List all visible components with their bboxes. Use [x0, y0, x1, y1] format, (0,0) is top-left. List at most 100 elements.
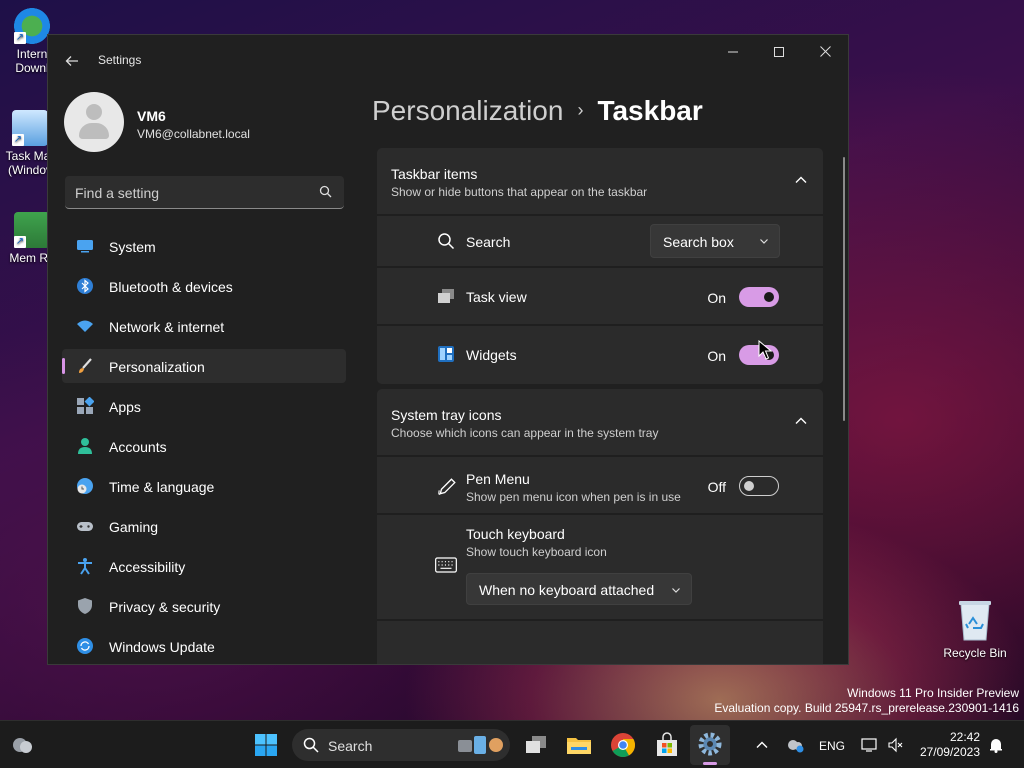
- sidebar-item-apps[interactable]: Apps: [62, 389, 346, 423]
- widgets-icon: [438, 346, 454, 362]
- watermark-line-2: Evaluation copy. Build 25947.rs_prerelea…: [714, 701, 1019, 715]
- widgets-label: Widgets: [466, 347, 517, 363]
- task-view-icon: [438, 289, 454, 303]
- sidebar-item-label: Accounts: [109, 439, 167, 455]
- toggle-knob: [764, 292, 774, 302]
- task-view-state: On: [707, 290, 726, 306]
- taskbar-search-box[interactable]: Search: [292, 729, 510, 761]
- input-language[interactable]: ENG: [819, 739, 845, 753]
- keyboard-icon: [435, 557, 457, 573]
- minimize-icon: [728, 51, 738, 53]
- avatar: [64, 92, 124, 152]
- touch-keyboard-sub: Show touch keyboard icon: [466, 545, 607, 559]
- sidebar-item-label: Bluetooth & devices: [109, 279, 233, 295]
- display-icon[interactable]: [861, 737, 879, 753]
- system-tray-icons-section: System tray icons Choose which icons can…: [377, 389, 823, 664]
- sidebar-item-privacy-security[interactable]: Privacy & security: [62, 589, 346, 623]
- clock[interactable]: 22:42 27/09/2023: [916, 730, 980, 760]
- sidebar-item-bluetooth[interactable]: Bluetooth & devices: [62, 269, 346, 303]
- recycle-bin-label: Recycle Bin: [943, 646, 1007, 660]
- section-title: Taskbar items: [391, 166, 478, 182]
- touch-keyboard-dropdown[interactable]: When no keyboard attached: [466, 573, 692, 605]
- task-view-icon[interactable]: [522, 731, 550, 759]
- task-manager-icon: ↗: [12, 110, 48, 146]
- app-title: Settings: [98, 53, 142, 67]
- weather-icon[interactable]: [8, 731, 36, 759]
- file-explorer-icon[interactable]: [565, 731, 593, 759]
- sidebar-item-accessibility[interactable]: Accessibility: [62, 549, 346, 583]
- chevron-up-icon[interactable]: [755, 738, 769, 752]
- desktop-icon-recycle-bin[interactable]: Recycle Bin: [940, 598, 1010, 660]
- chrome-icon[interactable]: [609, 731, 637, 759]
- gaming-icon: [77, 522, 93, 531]
- pen-menu-label: Pen Menu: [466, 471, 530, 487]
- sidebar-item-time-language[interactable]: Time & language: [62, 469, 346, 503]
- task-view-label: Task view: [466, 289, 527, 305]
- watermark-line-1: Windows 11 Pro Insider Preview: [847, 686, 1019, 700]
- internet-download-icon: ↗: [14, 8, 50, 44]
- maximize-button[interactable]: [756, 35, 802, 69]
- sidebar-item-label: Network & internet: [109, 319, 225, 335]
- running-indicator: [703, 762, 717, 765]
- sidebar-item-personalization[interactable]: Personalization: [62, 349, 346, 383]
- close-button[interactable]: [802, 35, 848, 69]
- sidebar-item-gaming[interactable]: Gaming: [62, 509, 346, 543]
- sidebar-item-label: Time & language: [109, 479, 215, 495]
- minimize-button[interactable]: [710, 35, 756, 69]
- maximize-icon: [774, 47, 784, 57]
- sidebar-item-windows-update[interactable]: Windows Update: [62, 629, 346, 663]
- profile-email: VM6@collabnet.local: [137, 127, 250, 141]
- search-setting-label: Search: [466, 234, 511, 250]
- taskbar-items-section: Taskbar items Show or hide buttons that …: [377, 148, 823, 384]
- settings-taskbar-button[interactable]: [690, 725, 730, 765]
- bluetooth-icon: [77, 278, 93, 294]
- title-bar: Settings: [48, 35, 848, 85]
- mouse-cursor-icon: [758, 340, 772, 360]
- search-input[interactable]: Find a setting: [75, 185, 159, 201]
- toggle-knob: [744, 481, 754, 491]
- search-mode-value: Search box: [663, 234, 734, 250]
- pen-menu-sub: Show pen menu icon when pen is in use: [466, 490, 681, 504]
- system-icon: [77, 240, 93, 253]
- avatar-head: [86, 104, 102, 120]
- sidebar-item-label: System: [109, 239, 156, 255]
- sidebar-item-label: Personalization: [109, 359, 205, 375]
- start-icon[interactable]: [252, 731, 280, 759]
- sidebar-item-network[interactable]: Network & internet: [62, 309, 346, 343]
- wifi-icon: [77, 320, 93, 332]
- volume-muted-icon[interactable]: [887, 737, 903, 753]
- profile-name: VM6: [137, 108, 166, 124]
- microsoft-store-icon[interactable]: [653, 731, 681, 759]
- chevron-down-icon: [760, 239, 768, 244]
- evaluation-watermark: Windows 11 Pro Insider Preview Evaluatio…: [714, 686, 1019, 716]
- back-button[interactable]: [60, 49, 84, 73]
- breadcrumb-parent[interactable]: Personalization: [372, 95, 563, 126]
- pen-menu-row: Pen Menu Show pen menu icon when pen is …: [377, 455, 823, 513]
- chevron-up-icon[interactable]: [793, 172, 809, 188]
- taskbar-items-header[interactable]: Taskbar items Show or hide buttons that …: [377, 148, 823, 214]
- close-icon: [819, 46, 831, 57]
- pen-menu-toggle[interactable]: [739, 476, 779, 496]
- sidebar-item-label: Accessibility: [109, 559, 186, 575]
- touch-keyboard-row: Touch keyboard Show touch keyboard icon …: [377, 513, 823, 619]
- chevron-down-icon: [672, 588, 680, 593]
- find-setting-search-box[interactable]: Find a setting: [65, 176, 344, 209]
- user-profile[interactable]: VM6 VM6@collabnet.local: [64, 92, 364, 154]
- chevron-up-icon[interactable]: [793, 413, 809, 429]
- shortcut-arrow-icon: ↗: [14, 236, 26, 248]
- onedrive-status-icon[interactable]: [785, 737, 805, 753]
- task-view-toggle[interactable]: [739, 287, 779, 307]
- sidebar-item-system[interactable]: System: [62, 229, 346, 263]
- clock-date: 27/09/2023: [919, 745, 980, 759]
- shortcut-arrow-icon: ↗: [14, 32, 26, 44]
- sidebar-item-accounts[interactable]: Accounts: [62, 429, 346, 463]
- system-tray-header[interactable]: System tray icons Choose which icons can…: [377, 389, 823, 455]
- section-subtitle: Show or hide buttons that appear on the …: [391, 185, 648, 199]
- sidebar-item-label: Privacy & security: [109, 599, 221, 615]
- widgets-state: On: [707, 348, 726, 364]
- settings-gear-icon: [698, 732, 722, 756]
- content-scrollbar[interactable]: [843, 157, 845, 421]
- search-mode-dropdown[interactable]: Search box: [650, 224, 780, 258]
- notification-bell-icon[interactable]: [988, 737, 1004, 753]
- pen-menu-state: Off: [707, 479, 726, 495]
